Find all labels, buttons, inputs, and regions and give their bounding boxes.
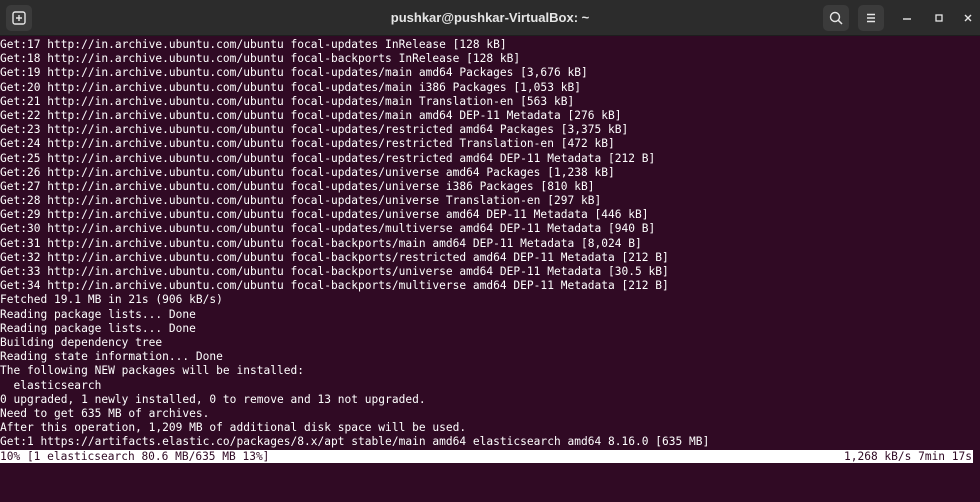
minimize-button[interactable] (897, 8, 917, 28)
terminal-line: Get:30 http://in.archive.ubuntu.com/ubun… (0, 222, 656, 236)
terminal-line: Building dependency tree (0, 335, 163, 349)
progress-text: 10% [1 elasticsearch 80.6 MB/635 MB 13%] (0, 450, 270, 463)
terminal-line: Reading state information... Done (0, 350, 223, 364)
terminal-line: Get:32 http://in.archive.ubuntu.com/ubun… (0, 250, 669, 264)
terminal-line: Need to get 635 MB of archives. (0, 406, 210, 420)
maximize-icon (935, 14, 943, 22)
close-button[interactable] (958, 8, 978, 28)
terminal-line: Get:19 http://in.archive.ubuntu.com/ubun… (0, 66, 588, 80)
apt-progress-status-line: 10% [1 elasticsearch 80.6 MB/635 MB 13%]… (0, 450, 980, 463)
terminal-line: Reading package lists... Done (0, 321, 196, 335)
terminal-line: Get:24 http://in.archive.ubuntu.com/ubun… (0, 137, 615, 151)
terminal-line: Get:22 http://in.archive.ubuntu.com/ubun… (0, 108, 622, 122)
terminal-line: Get:34 http://in.archive.ubuntu.com/ubun… (0, 279, 669, 293)
terminal-line: After this operation, 1,209 MB of additi… (0, 421, 467, 435)
terminal-line: Get:27 http://in.archive.ubuntu.com/ubun… (0, 179, 595, 193)
menu-button[interactable] (858, 5, 884, 31)
maximize-button[interactable] (929, 8, 949, 28)
title-bar: pushkar@pushkar-VirtualBox: ~ (0, 0, 980, 36)
terminal-line: 0 upgraded, 1 newly installed, 0 to remo… (0, 392, 426, 406)
terminal-line: Get:25 http://in.archive.ubuntu.com/ubun… (0, 151, 656, 165)
close-icon (964, 14, 972, 22)
terminal-line: Get:1 https://artifacts.elastic.co/packa… (0, 435, 710, 449)
terminal-line: Get:29 http://in.archive.ubuntu.com/ubun… (0, 208, 649, 222)
terminal-cursor (973, 450, 980, 463)
search-button[interactable] (823, 5, 849, 31)
minimize-icon (903, 18, 911, 20)
terminal-line: Get:28 http://in.archive.ubuntu.com/ubun… (0, 194, 602, 208)
download-rate-eta: 1,268 kB/s 7min 17s (844, 450, 972, 463)
terminal-line: Get:20 http://in.archive.ubuntu.com/ubun… (0, 80, 581, 94)
terminal-line: elasticsearch (0, 378, 102, 392)
terminal-output[interactable]: Get:17 http://in.archive.ubuntu.com/ubun… (0, 38, 980, 449)
terminal-line: Get:33 http://in.archive.ubuntu.com/ubun… (0, 265, 669, 278)
terminal-line: Get:17 http://in.archive.ubuntu.com/ubun… (0, 38, 507, 51)
search-icon (829, 11, 843, 25)
terminal-line: Reading package lists... Done (0, 307, 196, 321)
terminal-line: Get:21 http://in.archive.ubuntu.com/ubun… (0, 94, 575, 108)
terminal-line: Fetched 19.1 MB in 21s (906 kB/s) (0, 293, 223, 307)
terminal-line: Get:31 http://in.archive.ubuntu.com/ubun… (0, 236, 642, 250)
terminal-line: Get:23 http://in.archive.ubuntu.com/ubun… (0, 123, 629, 137)
terminal-line: The following NEW packages will be insta… (0, 364, 304, 378)
hamburger-menu-icon (867, 13, 875, 23)
terminal-line: Get:18 http://in.archive.ubuntu.com/ubun… (0, 52, 521, 66)
terminal-line: Get:26 http://in.archive.ubuntu.com/ubun… (0, 165, 615, 179)
